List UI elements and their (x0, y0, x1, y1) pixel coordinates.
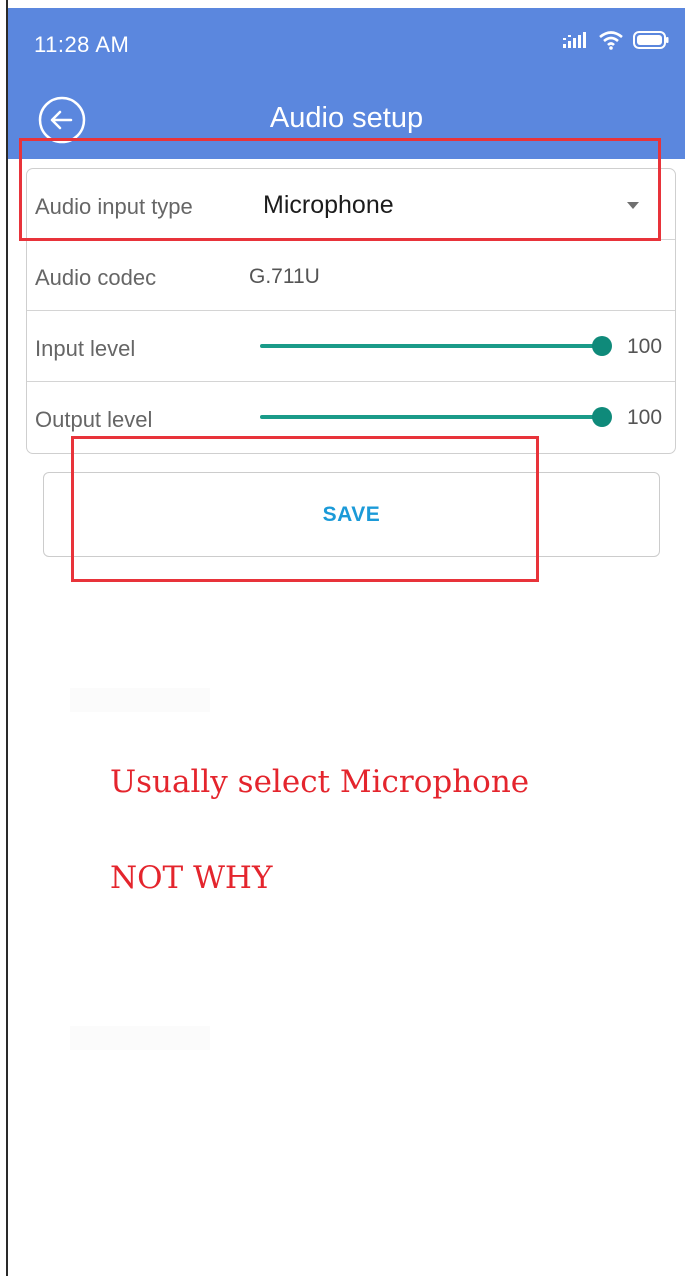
audio-setup-screen: 11:28 AM Audio setup Audio input type Mi… (0, 0, 689, 1276)
faint-artifact (70, 688, 210, 712)
output-level-label: Output level (35, 407, 153, 432)
wifi-icon (598, 30, 624, 55)
status-time: 11:28 AM (34, 32, 130, 57)
page-title: Audio setup (269, 102, 424, 134)
signal-icon (563, 32, 589, 53)
audio-codec-value: G.711U (249, 265, 320, 288)
screenshot-right-edge (685, 0, 689, 1276)
battery-icon (633, 31, 669, 54)
screenshot-left-edge (0, 0, 8, 1276)
output-level-slider-track[interactable] (260, 415, 602, 419)
input-level-slider[interactable] (260, 334, 612, 358)
annotation-line-2: NOT WHY (110, 860, 273, 896)
status-icons (563, 30, 669, 55)
app-bar: 11:28 AM Audio setup (8, 8, 685, 159)
faint-artifact (70, 1026, 210, 1050)
input-level-row: Input level 100 (27, 311, 675, 382)
output-level-slider-thumb[interactable] (592, 407, 612, 427)
output-level-slider[interactable] (260, 405, 612, 429)
highlight-box-save (71, 436, 539, 582)
audio-codec-label: Audio codec (35, 265, 157, 290)
highlight-box-input-type (19, 138, 661, 241)
output-level-value: 100 (627, 406, 663, 429)
input-level-slider-thumb[interactable] (592, 336, 612, 356)
annotation-line-1: Usually select Microphone (110, 764, 530, 800)
input-level-value: 100 (627, 335, 663, 358)
audio-codec-row: Audio codec G.711U (27, 240, 675, 311)
input-level-label: Input level (35, 336, 136, 361)
input-level-slider-track[interactable] (260, 344, 602, 348)
